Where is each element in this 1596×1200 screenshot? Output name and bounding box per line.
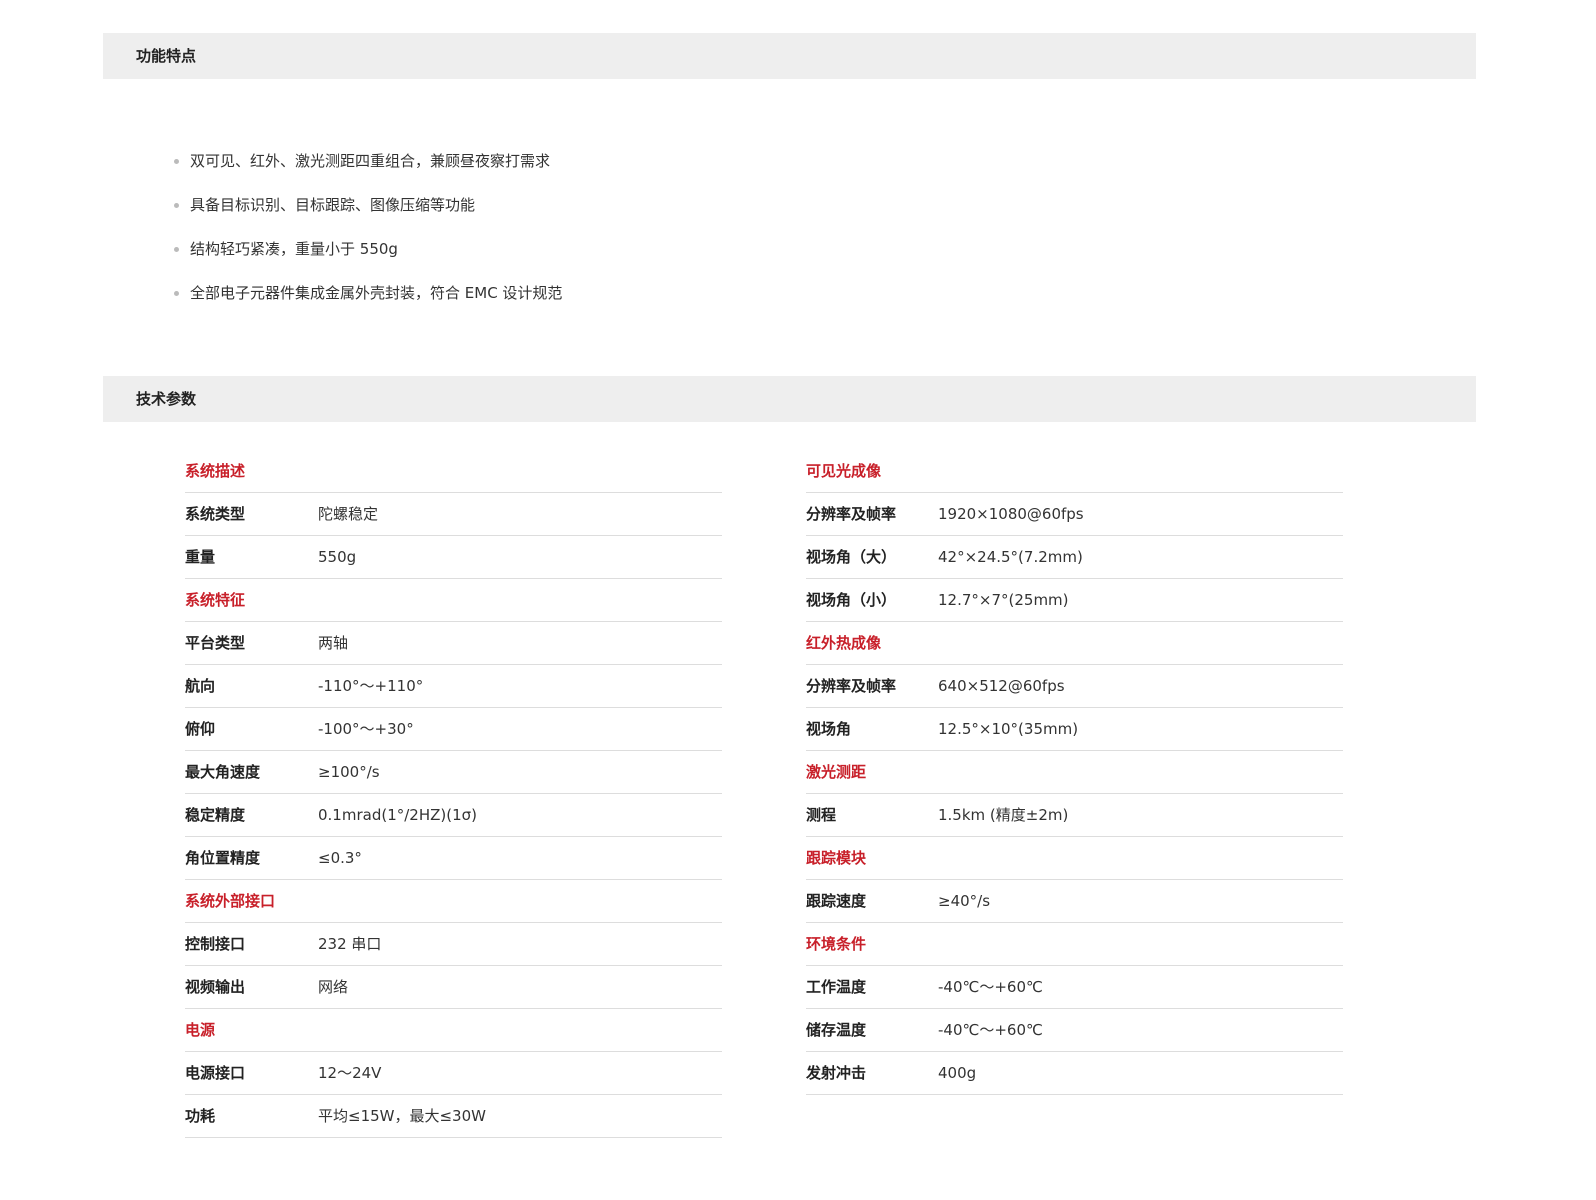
spec-key: 视频输出: [185, 978, 246, 996]
spec-key: 平台类型: [185, 634, 246, 652]
spec-row: 最大角速度 ≥100°/s: [185, 751, 722, 794]
spec-key: 储存温度: [806, 1021, 867, 1039]
feature-item: 双可见、红外、激光测距四重组合，兼顾昼夜察打需求: [171, 139, 562, 183]
spec-key: 重量: [185, 548, 216, 566]
features-section-title: 功能特点: [136, 47, 197, 65]
specs-section-header: 技术参数: [103, 376, 1476, 422]
spec-row: 稳定精度 0.1mrad(1°/2HZ)(1σ): [185, 794, 722, 837]
spec-value: 两轴: [318, 634, 349, 652]
spec-key: 系统类型: [185, 505, 246, 523]
spec-key: 俯仰: [185, 720, 216, 738]
spec-row: 视场角（大） 42°×24.5°(7.2mm): [806, 536, 1343, 579]
spec-value: -110°～+110°: [318, 677, 424, 695]
spec-value: 12.5°×10°(35mm): [938, 720, 1079, 738]
spec-group-heading: 系统描述: [185, 450, 722, 493]
spec-key: 发射冲击: [806, 1064, 867, 1082]
spec-value: ≥100°/s: [318, 763, 380, 781]
spec-key: 视场角: [806, 720, 852, 738]
spec-key: 功耗: [185, 1107, 216, 1125]
spec-row: 工作温度 -40℃～+60℃: [806, 966, 1343, 1009]
features-section-header: 功能特点: [103, 33, 1476, 79]
spec-row: 电源接口 12～24V: [185, 1052, 722, 1095]
spec-row: 视场角（小） 12.7°×7°(25mm): [806, 579, 1343, 622]
spec-key: 电源接口: [185, 1064, 246, 1082]
spec-group-heading: 红外热成像: [806, 622, 1343, 665]
feature-text: 全部电子元器件集成金属外壳封装，符合 EMC 设计规范: [190, 284, 563, 302]
spec-key: 角位置精度: [185, 849, 261, 867]
spec-row: 测程 1.5km (精度±2m): [806, 794, 1343, 837]
spec-value: 42°×24.5°(7.2mm): [938, 548, 1083, 566]
specs-left-column: 系统描述 系统类型 陀螺稳定 重量 550g 系统特征 平台类型 两轴 航向 -110°…: [185, 450, 722, 1138]
spec-row: 发射冲击 400g: [806, 1052, 1343, 1095]
spec-row: 跟踪速度 ≥40°/s: [806, 880, 1343, 923]
spec-key: 分辨率及帧率: [806, 677, 897, 695]
spec-key: 视场角（小）: [806, 591, 897, 609]
feature-text: 具备目标识别、目标跟踪、图像压缩等功能: [190, 196, 476, 214]
features-list: 双可见、红外、激光测距四重组合，兼顾昼夜察打需求 具备目标识别、目标跟踪、图像压…: [171, 139, 562, 315]
spec-key: 航向: [185, 677, 216, 695]
spec-row: 视频输出 网络: [185, 966, 722, 1009]
feature-text: 双可见、红外、激光测距四重组合，兼顾昼夜察打需求: [190, 152, 551, 170]
bullet-dot-icon: [174, 291, 179, 296]
spec-key: 最大角速度: [185, 763, 261, 781]
spec-row: 重量 550g: [185, 536, 722, 579]
spec-row: 视场角 12.5°×10°(35mm): [806, 708, 1343, 751]
spec-group-heading: 系统特征: [185, 579, 722, 622]
spec-row: 分辨率及帧率 1920×1080@60fps: [806, 493, 1343, 536]
specs-section-title: 技术参数: [136, 390, 197, 408]
spec-row: 航向 -110°～+110°: [185, 665, 722, 708]
spec-value: 12～24V: [318, 1064, 382, 1082]
spec-row: 平台类型 两轴: [185, 622, 722, 665]
spec-value: 陀螺稳定: [318, 505, 379, 523]
spec-group-heading: 可见光成像: [806, 450, 1343, 493]
feature-item: 结构轻巧紧凑，重量小于 550g: [171, 227, 562, 271]
spec-value: -100°～+30°: [318, 720, 414, 738]
spec-value: 0.1mrad(1°/2HZ)(1σ): [318, 806, 478, 824]
bullet-dot-icon: [174, 159, 179, 164]
bullet-dot-icon: [174, 247, 179, 252]
spec-value: 400g: [938, 1064, 977, 1082]
spec-key: 分辨率及帧率: [806, 505, 897, 523]
spec-group-heading: 环境条件: [806, 923, 1343, 966]
spec-value: 1920×1080@60fps: [938, 505, 1084, 523]
spec-value: ≥40°/s: [938, 892, 991, 910]
spec-row: 功耗 平均≤15W，最大≤30W: [185, 1095, 722, 1138]
spec-row: 储存温度 -40℃～+60℃: [806, 1009, 1343, 1052]
specs-right-column: 可见光成像 分辨率及帧率 1920×1080@60fps 视场角（大） 42°×24…: [806, 450, 1343, 1095]
spec-row: 俯仰 -100°～+30°: [185, 708, 722, 751]
spec-group-heading: 激光测距: [806, 751, 1343, 794]
spec-row: 角位置精度 ≤0.3°: [185, 837, 722, 880]
spec-value: 550g: [318, 548, 357, 566]
spec-value: ≤0.3°: [318, 849, 362, 867]
spec-value: 网络: [318, 978, 349, 996]
spec-key: 工作温度: [806, 978, 867, 996]
feature-item: 具备目标识别、目标跟踪、图像压缩等功能: [171, 183, 562, 227]
bullet-dot-icon: [174, 203, 179, 208]
spec-value: 640×512@60fps: [938, 677, 1065, 695]
spec-key: 跟踪速度: [806, 892, 867, 910]
spec-value: 平均≤15W，最大≤30W: [318, 1107, 486, 1125]
spec-value: 1.5km (精度±2m): [938, 806, 1069, 824]
spec-key: 稳定精度: [185, 806, 246, 824]
spec-group-heading: 跟踪模块: [806, 837, 1343, 880]
spec-key: 视场角（大）: [806, 548, 897, 566]
spec-key: 控制接口: [185, 935, 246, 953]
spec-row: 系统类型 陀螺稳定: [185, 493, 722, 536]
feature-text: 结构轻巧紧凑，重量小于 550g: [190, 240, 398, 258]
spec-value: -40℃～+60℃: [938, 978, 1043, 996]
spec-key: 测程: [806, 806, 837, 824]
spec-value: -40℃～+60℃: [938, 1021, 1043, 1039]
spec-row: 分辨率及帧率 640×512@60fps: [806, 665, 1343, 708]
spec-value: 232 串口: [318, 935, 382, 953]
spec-row: 控制接口 232 串口: [185, 923, 722, 966]
spec-group-heading: 系统外部接口: [185, 880, 722, 923]
spec-group-heading: 电源: [185, 1009, 722, 1052]
feature-item: 全部电子元器件集成金属外壳封装，符合 EMC 设计规范: [171, 271, 562, 315]
spec-value: 12.7°×7°(25mm): [938, 591, 1069, 609]
